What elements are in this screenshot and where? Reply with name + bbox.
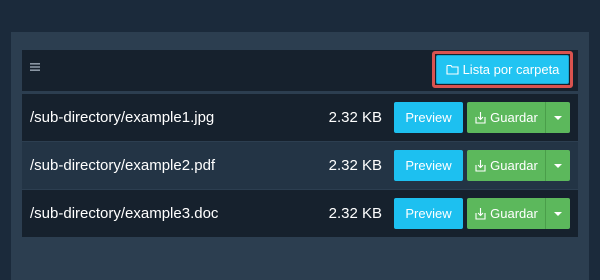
list-by-folder-label: Lista por carpeta (462, 62, 560, 77)
preview-button[interactable]: Preview (394, 102, 463, 133)
save-button[interactable]: Guardar (467, 102, 545, 133)
download-icon (474, 207, 487, 220)
save-button-group: Guardar (467, 102, 570, 133)
preview-button[interactable]: Preview (394, 198, 463, 229)
file-size: 2.32 KB (328, 205, 382, 222)
preview-label: Preview (405, 158, 452, 173)
caret-down-icon (554, 115, 562, 120)
download-icon (474, 111, 487, 124)
file-path: /sub-directory/example3.doc (30, 205, 219, 222)
list-by-folder-button[interactable]: Lista por carpeta (436, 55, 569, 84)
file-size: 2.32 KB (328, 109, 382, 126)
file-size: 2.32 KB (328, 157, 382, 174)
file-row: /sub-directory/example1.jpg 2.32 KB Prev… (22, 94, 578, 141)
download-icon (474, 159, 487, 172)
save-dropdown-toggle[interactable] (545, 150, 570, 181)
preview-button[interactable]: Preview (394, 150, 463, 181)
save-dropdown-toggle[interactable] (545, 198, 570, 229)
caret-down-icon (554, 211, 562, 216)
save-button[interactable]: Guardar (467, 150, 545, 181)
preview-label: Preview (405, 206, 452, 221)
save-button-group: Guardar (467, 198, 570, 229)
file-path: /sub-directory/example1.jpg (30, 109, 215, 126)
file-path: /sub-directory/example2.pdf (30, 157, 216, 174)
file-row: /sub-directory/example3.doc 2.32 KB Prev… (22, 190, 578, 237)
save-label: Guardar (490, 110, 538, 125)
hamburger-icon[interactable] (30, 62, 40, 72)
save-dropdown-toggle[interactable] (545, 102, 570, 133)
folder-icon (446, 64, 459, 75)
file-row: /sub-directory/example2.pdf 2.32 KB Prev… (22, 142, 578, 189)
caret-down-icon (554, 163, 562, 168)
save-label: Guardar (490, 158, 538, 173)
save-button[interactable]: Guardar (467, 198, 545, 229)
preview-label: Preview (405, 110, 452, 125)
save-label: Guardar (490, 206, 538, 221)
save-button-group: Guardar (467, 150, 570, 181)
